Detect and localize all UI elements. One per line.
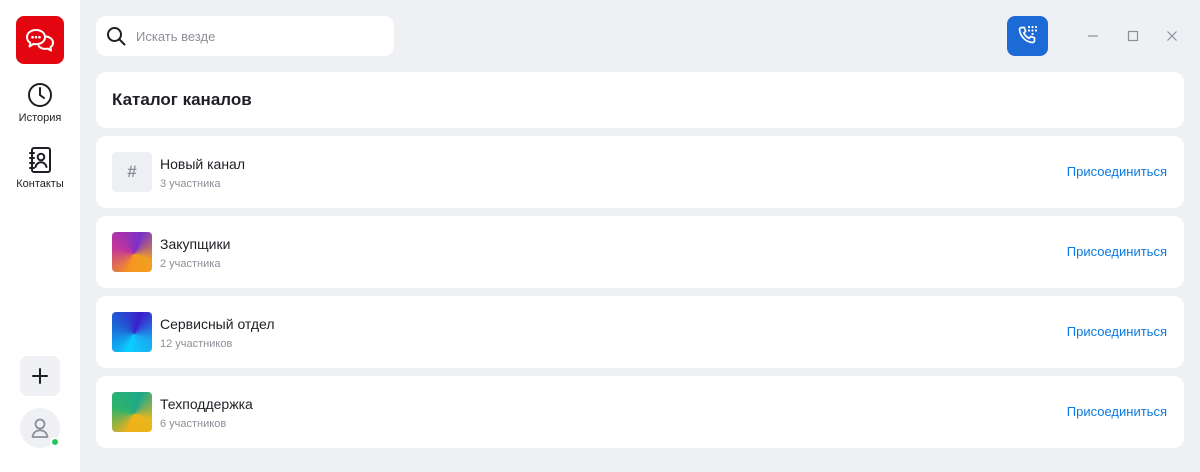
channel-card: Техподдержка 6 участников Присоединиться (96, 376, 1184, 448)
channel-avatar (112, 392, 152, 432)
join-button[interactable]: Присоединиться (1067, 324, 1167, 339)
close-icon (1167, 31, 1177, 41)
app-logo[interactable] (16, 16, 64, 64)
channel-avatar (112, 232, 152, 272)
minimize-button[interactable] (1083, 26, 1103, 46)
call-button[interactable] (1007, 16, 1048, 56)
channel-name: Новый канал (160, 156, 246, 172)
channel-members-count: 6 участников (160, 418, 227, 430)
channel-card: # Новый канал 3 участника Присоединиться (96, 136, 1184, 208)
sidebar-item-label: Контакты (16, 178, 64, 190)
maximize-button[interactable] (1123, 26, 1143, 46)
close-button[interactable] (1162, 26, 1182, 46)
clock-icon (28, 83, 52, 107)
phone-dialpad-icon (1018, 25, 1037, 44)
hash-icon: # (112, 152, 152, 192)
user-icon (31, 418, 49, 438)
contacts-book-icon (29, 147, 51, 173)
sidebar-item-label: История (18, 112, 62, 124)
sidebar: История Контакты (0, 0, 80, 472)
join-button[interactable]: Присоединиться (1067, 164, 1167, 179)
add-button[interactable] (20, 356, 60, 396)
catalog-header: Каталог каналов (96, 72, 1184, 128)
channel-name: Сервисный отдел (160, 316, 275, 332)
search-bar[interactable] (96, 16, 394, 56)
channel-name: Техподдержка (160, 396, 253, 412)
minimize-icon (1088, 35, 1098, 37)
channel-members-count: 12 участников (160, 338, 233, 350)
search-icon (107, 27, 126, 46)
channel-avatar (112, 312, 152, 352)
channel-card: Закупщики 2 участника Присоединиться (96, 216, 1184, 288)
plus-icon (32, 368, 48, 384)
channel-members-count: 3 участника (160, 178, 221, 190)
sidebar-item-history[interactable]: История (0, 82, 80, 124)
join-button[interactable]: Присоединиться (1067, 244, 1167, 259)
channel-card: Сервисный отдел 12 участников Присоедини… (96, 296, 1184, 368)
search-input[interactable] (136, 28, 376, 44)
page-title: Каталог каналов (112, 90, 252, 109)
presence-indicator (50, 437, 60, 447)
channel-name: Закупщики (160, 236, 231, 252)
join-button[interactable]: Присоединиться (1067, 404, 1167, 419)
maximize-icon (1127, 30, 1139, 42)
sidebar-item-contacts[interactable]: Контакты (0, 146, 80, 190)
chat-bubbles-icon (26, 29, 54, 52)
channel-members-count: 2 участника (160, 258, 221, 270)
